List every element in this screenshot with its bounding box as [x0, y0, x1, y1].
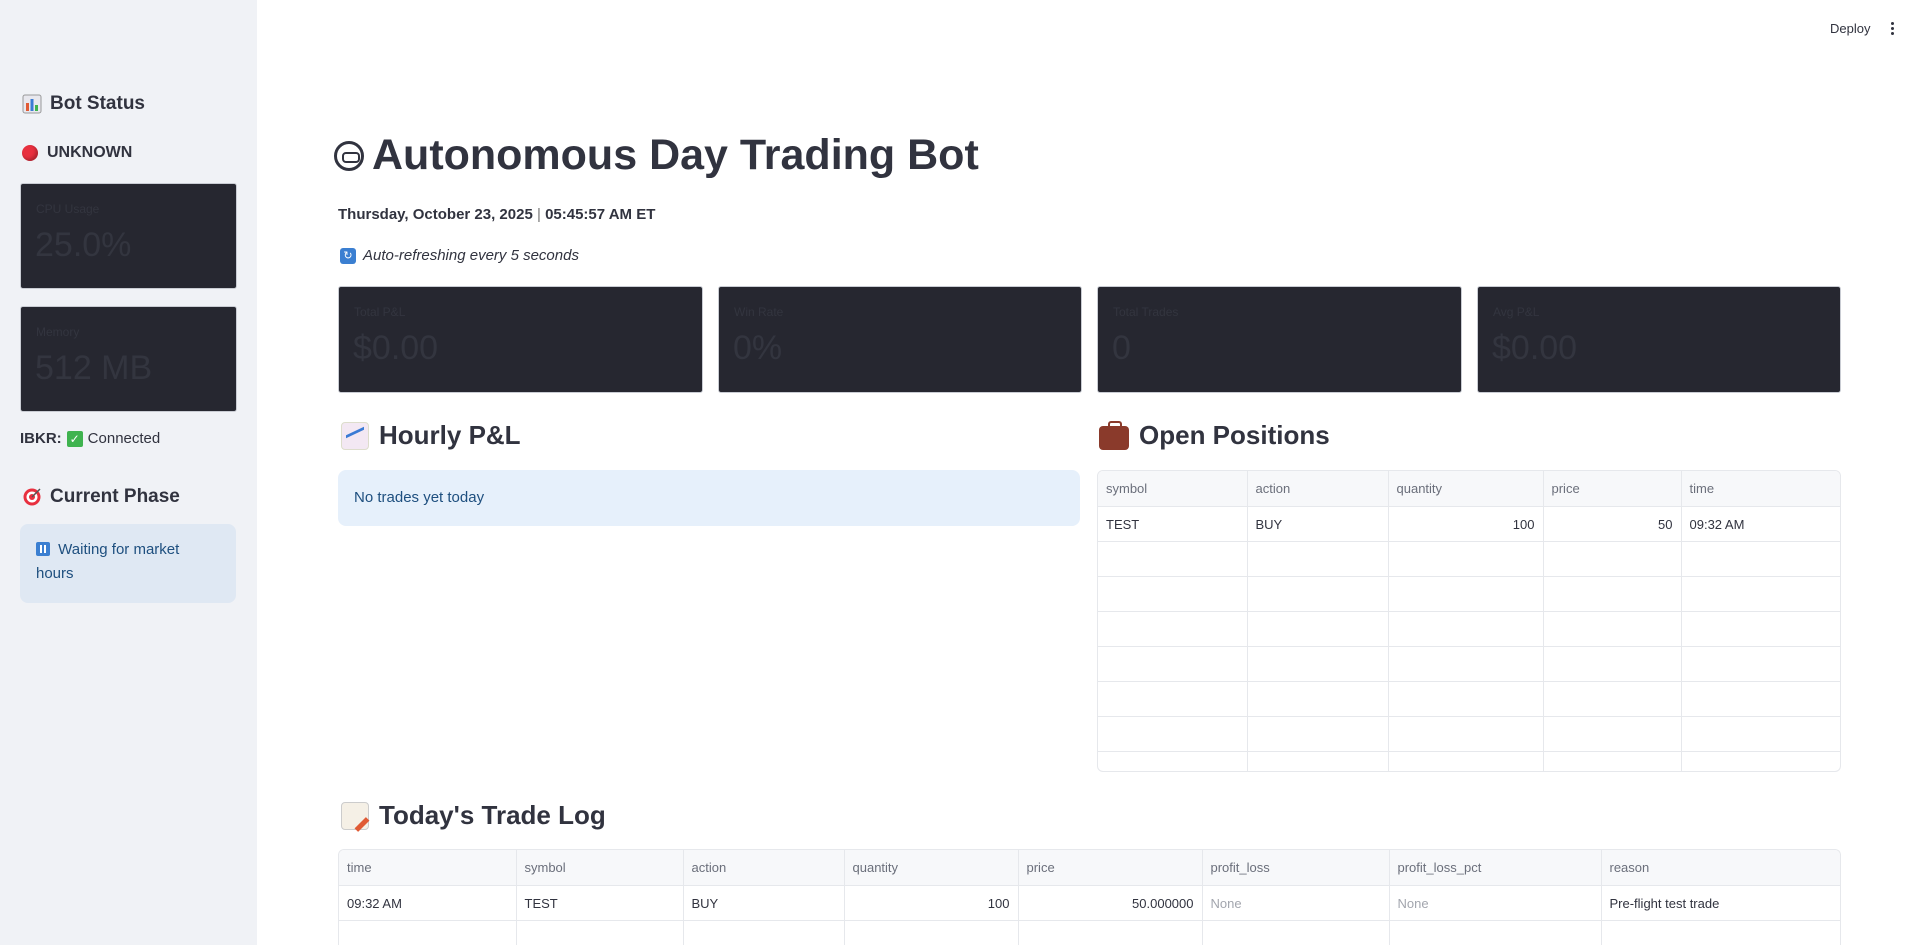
column-header[interactable]: profit_loss [1202, 850, 1390, 886]
date-separator: | [536, 206, 541, 223]
cpu-usage-metric: CPU Usage 25.0% [20, 183, 237, 289]
more-menu-icon[interactable] [1891, 22, 1895, 37]
page-title: Autonomous Day Trading Bot [334, 131, 979, 180]
column-header[interactable]: price [1018, 850, 1203, 886]
deploy-button[interactable]: Deploy [1830, 21, 1870, 36]
open-positions-table[interactable]: symbol action quantity price time TEST B… [1097, 470, 1841, 772]
win-rate-metric: Win Rate 0% [718, 286, 1082, 393]
column-header[interactable]: time [339, 850, 517, 886]
total-pnl-metric: Total P&L $0.00 [338, 286, 703, 393]
status-indicator: UNKNOWN [22, 144, 132, 162]
total-pnl-label: Total P&L [354, 305, 406, 319]
total-trades-value: 0 [1112, 329, 1131, 367]
table-cell[interactable]: None [1202, 885, 1390, 921]
target-icon [23, 488, 41, 506]
trade-log-heading: Today's Trade Log [341, 800, 606, 831]
table-header-row: symbol action quantity price time [1098, 471, 1840, 507]
win-rate-label: Win Rate [734, 305, 784, 319]
table-cell[interactable]: None [1389, 885, 1602, 921]
chart-increasing-icon [341, 421, 369, 450]
column-header[interactable]: price [1543, 471, 1682, 507]
current-phase-title: Current Phase [50, 486, 180, 507]
bot-status-title: Bot Status [50, 93, 145, 114]
current-time: 05:45:57 AM ET [545, 206, 656, 223]
refresh-text: Auto-refreshing every 5 seconds [363, 247, 579, 264]
column-header[interactable]: quantity [1388, 471, 1544, 507]
table-cell[interactable]: 50.000000 [1018, 885, 1203, 921]
date-time-line: Thursday, October 23, 2025 | 05:45:57 AM… [338, 206, 655, 223]
avg-pnl-label: Avg P&L [1493, 305, 1540, 319]
column-header[interactable]: symbol [1098, 471, 1248, 507]
table-cell[interactable]: 100 [844, 885, 1019, 921]
column-header[interactable]: quantity [844, 850, 1019, 886]
total-trades-label: Total Trades [1113, 305, 1179, 319]
no-trades-text: No trades yet today [354, 489, 485, 506]
table-row[interactable]: TEST BUY 100 50 09:32 AM [1098, 506, 1840, 542]
memory-label: Memory [36, 325, 80, 339]
table-cell[interactable]: 09:32 AM [1681, 506, 1840, 542]
win-rate-value: 0% [733, 329, 783, 367]
sidebar: Bot Status UNKNOWN CPU Usage 25.0% Memor… [0, 0, 257, 945]
table-cell[interactable]: BUY [683, 885, 845, 921]
table-cell[interactable]: 09:32 AM [339, 885, 517, 921]
column-header[interactable]: symbol [516, 850, 684, 886]
red-circle-icon [22, 145, 38, 161]
current-phase-heading: Current Phase [22, 486, 180, 508]
refresh-notice: ↻ Auto-refreshing every 5 seconds [340, 247, 579, 264]
table-row[interactable]: 09:32 AM TEST BUY 100 50.000000 None Non… [339, 885, 1840, 921]
ibkr-status: IBKR: ✓ Connected [20, 430, 160, 447]
page-title-text: Autonomous Day Trading Bot [372, 131, 979, 179]
empty-row [1098, 751, 1840, 771]
total-trades-metric: Total Trades 0 [1097, 286, 1462, 393]
empty-row [1098, 611, 1840, 647]
cpu-usage-value: 25.0% [35, 226, 132, 264]
trade-log-table[interactable]: time symbol action quantity price profit… [338, 849, 1841, 945]
empty-row [1098, 646, 1840, 682]
bar-chart-icon [22, 94, 42, 114]
column-header[interactable]: action [683, 850, 845, 886]
ibkr-status-text: Connected [87, 430, 161, 447]
avg-pnl-metric: Avg P&L $0.00 [1477, 286, 1841, 393]
empty-row [1098, 681, 1840, 717]
hourly-pnl-title: Hourly P&L [379, 420, 521, 450]
table-cell[interactable]: BUY [1247, 506, 1389, 542]
check-icon: ✓ [66, 430, 83, 447]
trade-log-title: Today's Trade Log [379, 800, 606, 830]
column-header[interactable]: reason [1601, 850, 1840, 886]
cpu-usage-label: CPU Usage [36, 202, 100, 216]
avg-pnl-value: $0.00 [1492, 329, 1578, 367]
empty-row [339, 920, 1840, 945]
memory-value: 512 MB [35, 349, 153, 387]
empty-row [1098, 541, 1840, 577]
memory-metric: Memory 512 MB [20, 306, 237, 412]
table-cell[interactable]: TEST [516, 885, 684, 921]
robot-icon [334, 140, 364, 171]
table-cell[interactable]: TEST [1098, 506, 1248, 542]
empty-row [1098, 716, 1840, 752]
open-positions-heading: Open Positions [1099, 420, 1330, 451]
bot-status-heading: Bot Status [22, 93, 145, 115]
hourly-pnl-heading: Hourly P&L [341, 420, 521, 451]
status-text: UNKNOWN [47, 144, 133, 161]
refresh-icon: ↻ [340, 247, 356, 264]
table-cell[interactable]: 50 [1543, 506, 1682, 542]
table-header-row: time symbol action quantity price profit… [339, 850, 1840, 886]
no-trades-info: No trades yet today [338, 470, 1080, 526]
column-header[interactable]: time [1681, 471, 1840, 507]
pause-icon [36, 542, 50, 556]
empty-row [1098, 576, 1840, 612]
column-header[interactable]: action [1247, 471, 1389, 507]
column-header[interactable]: profit_loss_pct [1389, 850, 1602, 886]
total-pnl-value: $0.00 [353, 329, 439, 367]
phase-info-box: Waiting for market hours [20, 524, 236, 603]
briefcase-icon [1099, 420, 1129, 450]
current-date: Thursday, October 23, 2025 [338, 206, 533, 223]
memo-icon [341, 801, 369, 830]
phase-text: Waiting for market hours [36, 541, 180, 582]
table-cell[interactable]: Pre-flight test trade [1601, 885, 1840, 921]
ibkr-label: IBKR: [20, 430, 62, 447]
open-positions-title: Open Positions [1139, 420, 1330, 450]
table-cell[interactable]: 100 [1388, 506, 1544, 542]
